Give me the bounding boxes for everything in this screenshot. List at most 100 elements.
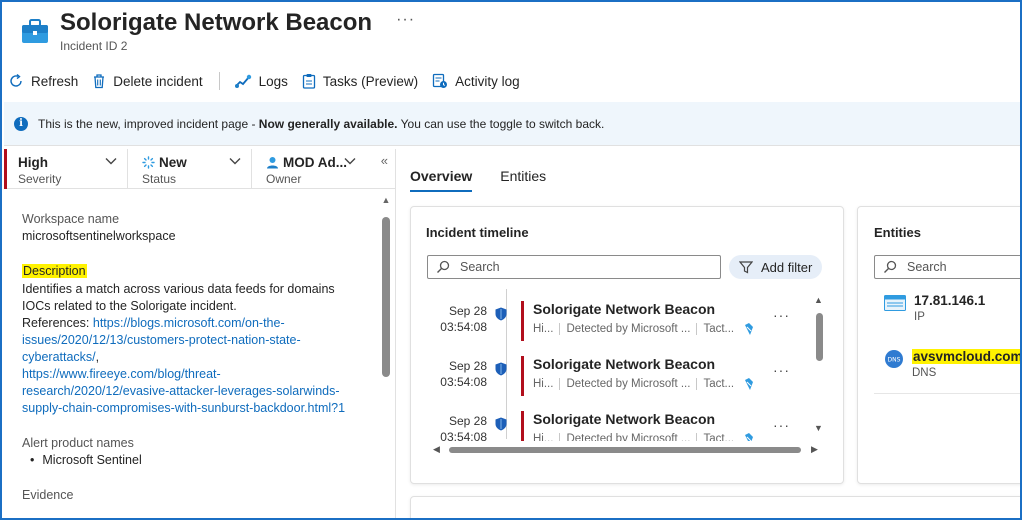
timeline-search-input[interactable]: Search <box>427 255 721 279</box>
tab-entities[interactable]: Entities <box>500 162 546 192</box>
alert-meta: Hi... Detected by Microsoft ... Tact... <box>533 377 756 391</box>
alert-more-button[interactable]: ··· <box>773 417 790 433</box>
reference-link-1a[interactable]: https://blogs.microsoft.com/on-the- <box>93 316 285 330</box>
hscrollbar-thumb[interactable] <box>449 447 801 453</box>
entities-card: Entities Search 17.81.146.1 IP DNS avsvm… <box>857 206 1020 484</box>
alert-tactic: Tact... <box>703 323 735 335</box>
incident-details: Workspace name microsoftsentinelworkspac… <box>22 211 362 518</box>
owner-dropdown[interactable]: MOD Ad... Owner <box>252 149 374 189</box>
tasks-label: Tasks (Preview) <box>322 73 419 89</box>
timeline-date: Sep 28 03:54:08 <box>431 413 487 441</box>
lower-card <box>410 496 1020 518</box>
reference-link-1c[interactable]: cyberattacks/ <box>22 350 96 364</box>
status-value: New <box>159 155 187 170</box>
timeline-search-placeholder: Search <box>460 260 500 274</box>
clipboard-icon <box>302 74 316 89</box>
logs-button[interactable]: Logs <box>234 73 288 89</box>
scroll-right-icon[interactable]: ▶ <box>811 444 818 455</box>
entity-divider <box>874 393 1020 394</box>
severity-label: Severity <box>18 172 62 186</box>
search-icon <box>884 260 897 273</box>
reference-link-2b[interactable]: research/2020/12/evasive-attacker-levera… <box>22 383 362 400</box>
alert-product-item: Microsoft Sentinel <box>30 452 362 469</box>
reference-link-1b[interactable]: issues/2020/12/13/customers-protect-nati… <box>22 332 362 349</box>
collapse-panel-icon[interactable]: « <box>381 153 388 168</box>
owner-value: MOD Ad... <box>283 155 347 170</box>
filter-icon <box>739 261 753 274</box>
shield-icon <box>495 362 507 376</box>
meta-divider <box>559 323 561 335</box>
alert-products-list: Microsoft Sentinel <box>30 452 362 469</box>
entity-text: avsvmcloud.com DNS <box>912 349 1020 379</box>
scroll-up-icon[interactable]: ▲ <box>814 295 823 305</box>
entity-row-ip[interactable]: 17.81.146.1 IP <box>884 293 985 323</box>
entities-search-placeholder: Search <box>907 260 947 274</box>
shield-icon <box>495 307 507 321</box>
entity-type: IP <box>914 311 925 323</box>
alert-severity: Hi... <box>533 323 554 335</box>
meta-divider <box>696 378 698 390</box>
timeline-scrollbar[interactable]: ▲ ▼ <box>813 295 825 437</box>
description-label: Description <box>22 264 87 278</box>
page-title: Solorigate Network Beacon <box>60 9 373 36</box>
severity-dropdown[interactable]: High Severity <box>4 149 128 189</box>
alert-detected-by: Detected by Microsoft ... <box>566 433 691 441</box>
delete-incident-label: Delete incident <box>113 73 203 89</box>
meta-divider <box>559 433 561 441</box>
more-options-button[interactable]: ··· <box>396 11 415 29</box>
delete-incident-button[interactable]: Delete incident <box>92 73 203 89</box>
spinner-icon <box>142 156 155 169</box>
owner-label: Owner <box>266 172 302 186</box>
banner-prefix: This is the new, improved incident page … <box>38 116 259 131</box>
scroll-down-icon[interactable]: ▼ <box>814 423 823 433</box>
reference-link-2a[interactable]: https://www.fireeye.com/blog/threat- <box>22 366 362 383</box>
scrollbar-thumb[interactable] <box>382 217 390 377</box>
add-filter-label: Add filter <box>761 259 813 275</box>
details-scrollbar[interactable]: ▲ <box>381 195 391 435</box>
alert-tactic: Tact... <box>703 378 735 390</box>
entity-row-dns[interactable]: DNS avsvmcloud.com DNS <box>884 349 1020 379</box>
incident-tabs: Overview Entities <box>410 162 574 192</box>
alert-severity: Hi... <box>533 378 554 390</box>
alert-products-label: Alert product names <box>22 436 134 450</box>
entities-title: Entities <box>874 225 921 240</box>
add-filter-button[interactable]: Add filter <box>729 255 823 279</box>
alert-meta: Hi... Detected by Microsoft ... Tact... <box>533 432 756 441</box>
refresh-icon <box>10 73 22 87</box>
refresh-button[interactable]: Refresh <box>8 73 78 89</box>
severity-bar <box>521 301 524 341</box>
timeline-date-time: 03:54:08 <box>440 320 487 334</box>
entities-search-input[interactable]: Search <box>874 255 1020 279</box>
meta-divider <box>559 378 561 390</box>
alert-detected-by: Detected by Microsoft ... <box>566 323 691 335</box>
tasks-button[interactable]: Tasks (Preview) <box>302 73 418 89</box>
entity-text: 17.81.146.1 IP <box>914 293 985 323</box>
info-icon: i <box>14 116 28 131</box>
scroll-left-icon[interactable]: ◀ <box>433 444 440 455</box>
timeline-item[interactable]: Sep 28 03:54:08 Solorigate Network Beacon… <box>411 411 791 441</box>
trash-icon <box>94 74 105 89</box>
page-header: Solorigate Network Beacon ··· Incident I… <box>20 8 415 58</box>
alert-severity: Hi... <box>533 433 554 441</box>
tab-overview[interactable]: Overview <box>410 162 473 192</box>
scrollbar-thumb[interactable] <box>816 313 823 361</box>
activity-log-button[interactable]: Activity log <box>432 73 520 89</box>
alert-name: Solorigate Network Beacon <box>533 411 716 427</box>
references-line: References: https://blogs.microsoft.com/… <box>22 315 362 332</box>
alert-more-button[interactable]: ··· <box>773 307 790 323</box>
banner-suffix: You can use the toggle to switch back. <box>397 116 605 131</box>
activity-log-icon <box>432 73 448 88</box>
scroll-up-icon[interactable]: ▲ <box>381 195 391 205</box>
timeline-hscrollbar[interactable]: ◀ ▶ <box>433 444 823 455</box>
status-label: Status <box>142 172 177 186</box>
info-banner: i This is the new, improved incident pag… <box>4 102 1020 146</box>
timeline-item[interactable]: Sep 28 03:54:08 Solorigate Network Beacon… <box>411 301 791 351</box>
severity-indicator <box>4 149 7 189</box>
status-dropdown[interactable]: New Status <box>128 149 252 189</box>
reference-link-2c[interactable]: supply-chain-compromises-with-sunburst-b… <box>22 400 362 417</box>
alert-more-button[interactable]: ··· <box>773 362 790 378</box>
logs-label: Logs <box>258 73 288 89</box>
description-section: Description Identifies a match across va… <box>22 263 362 417</box>
timeline-date: Sep 28 03:54:08 <box>431 303 487 335</box>
timeline-item[interactable]: Sep 28 03:54:08 Solorigate Network Beacon… <box>411 356 791 406</box>
